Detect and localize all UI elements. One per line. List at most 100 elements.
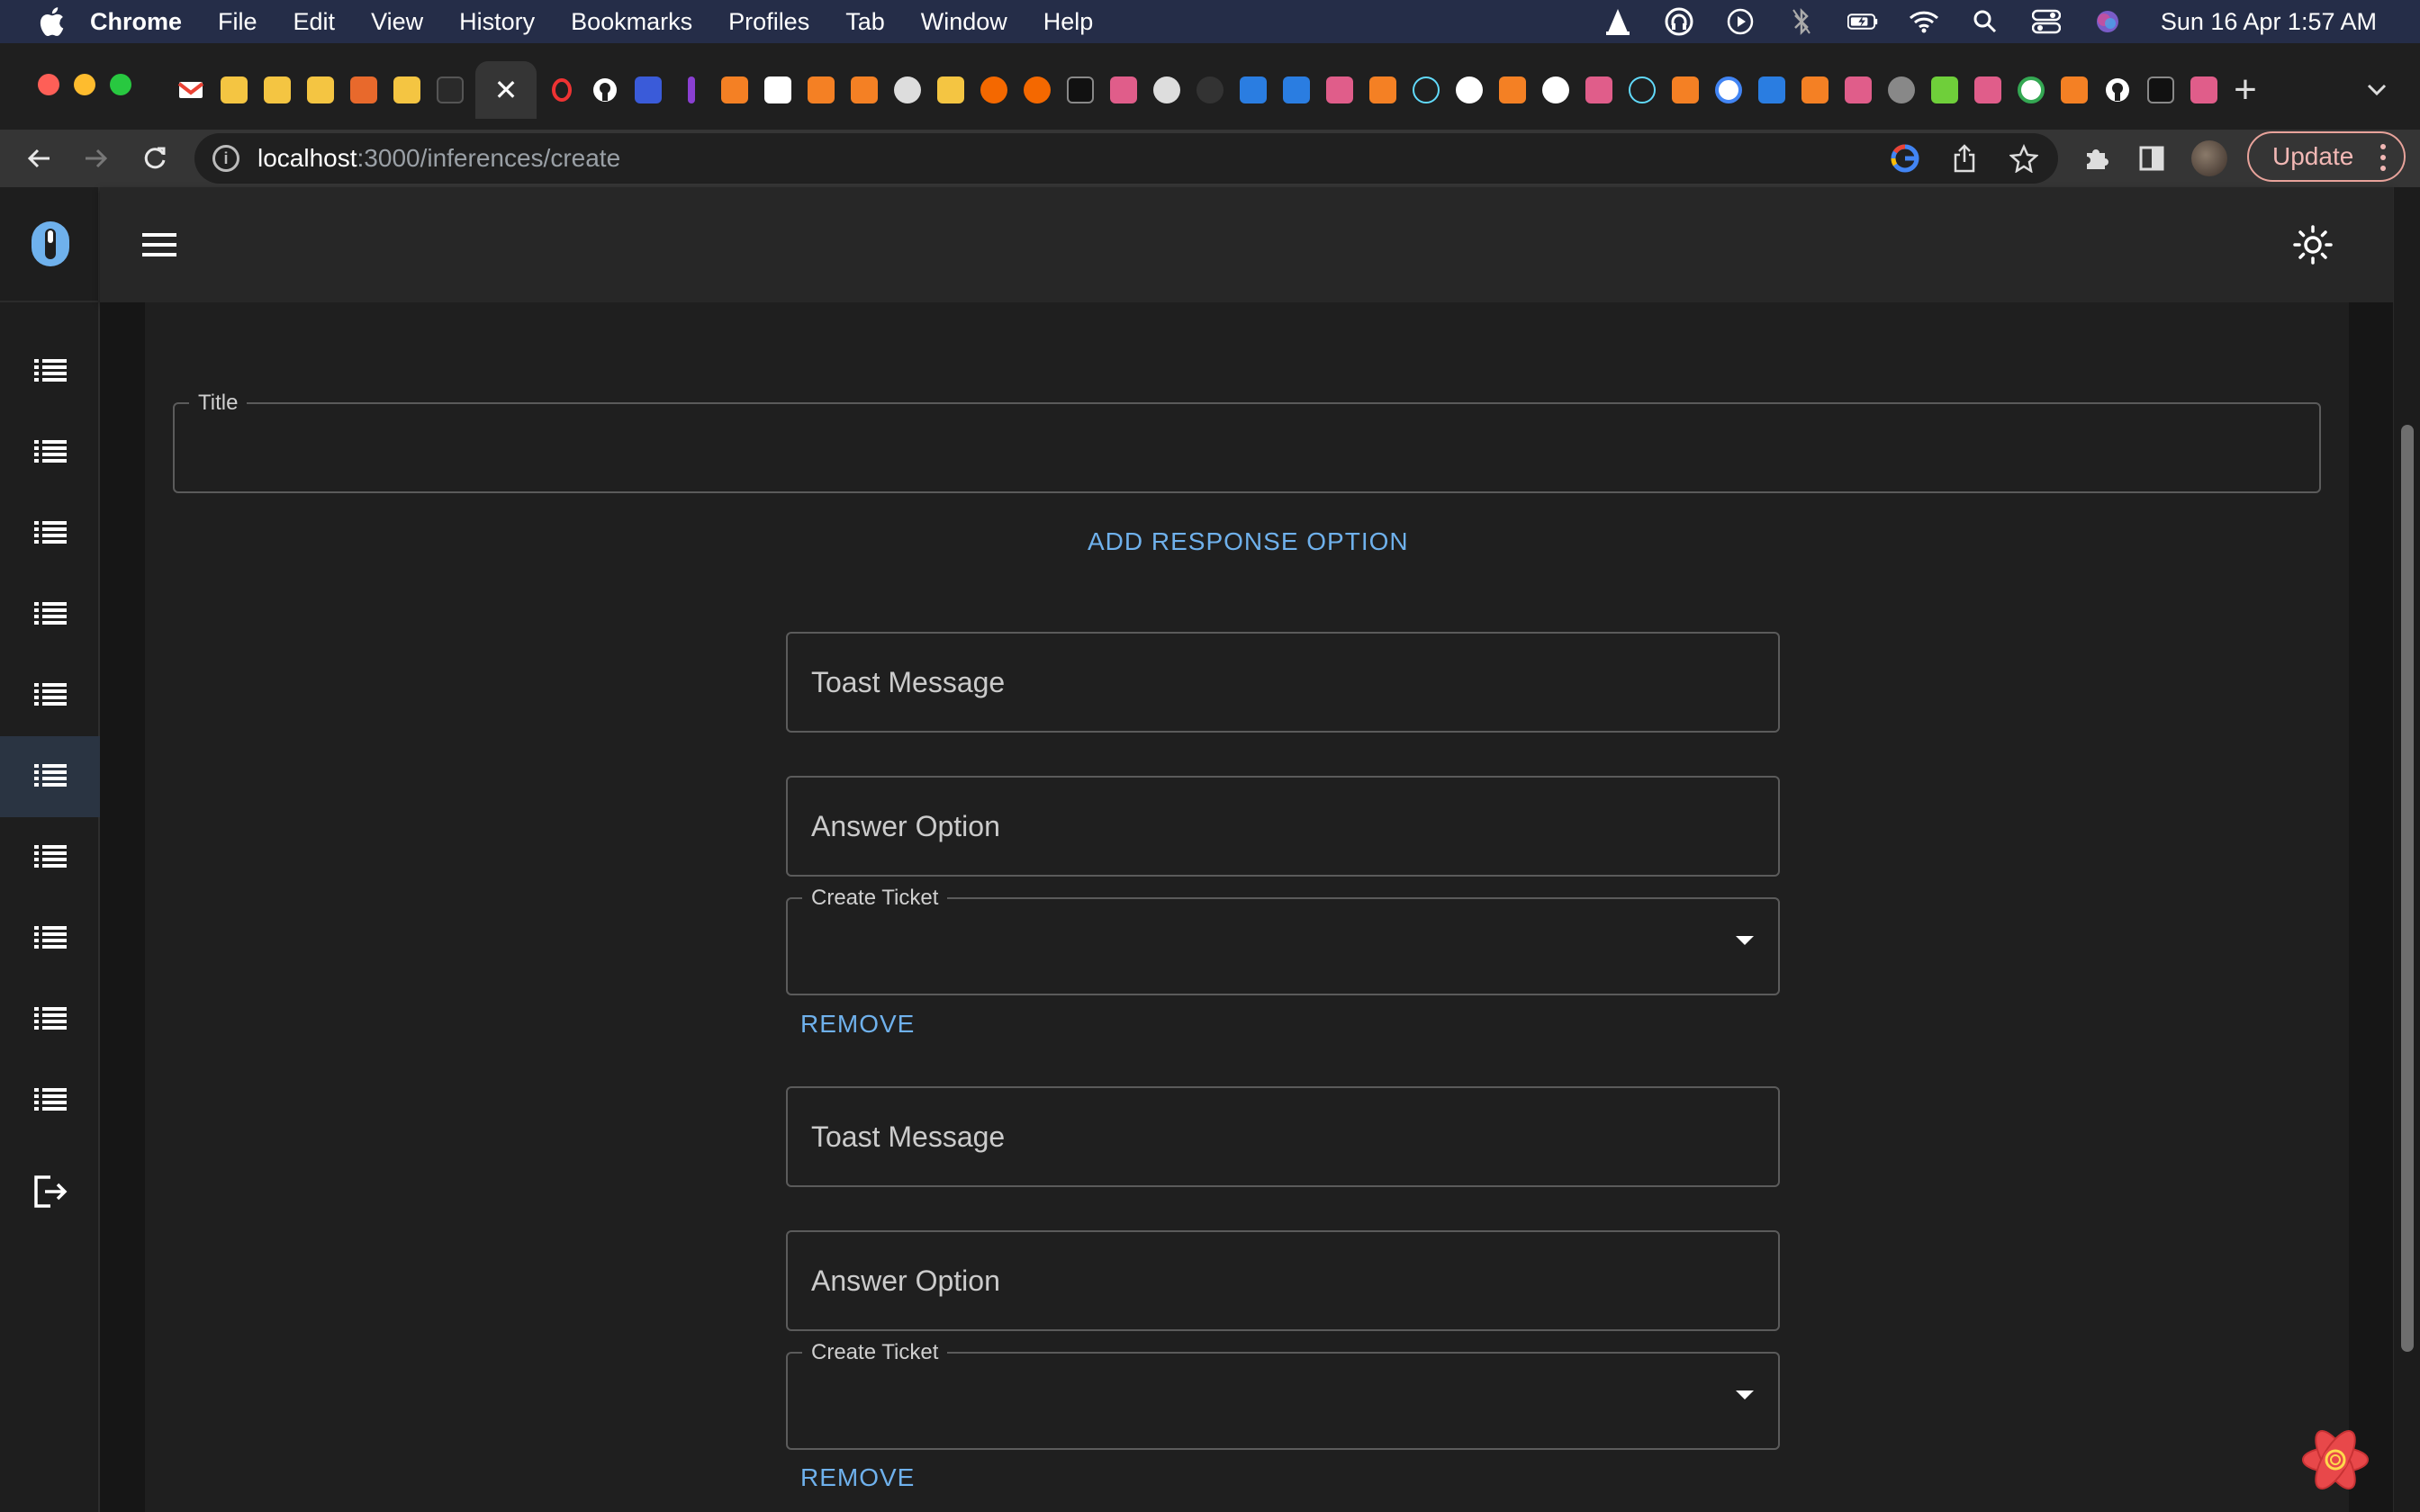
tab[interactable] [169, 68, 212, 112]
sidebar-item[interactable] [0, 1060, 100, 1141]
sidebar-item[interactable] [0, 574, 100, 655]
vlc-icon[interactable] [1603, 6, 1633, 37]
sidebar-item[interactable] [0, 736, 100, 817]
tab[interactable] [1707, 68, 1750, 112]
url-text[interactable]: localhost:3000/inferences/create [257, 144, 620, 173]
menu-edit[interactable]: Edit [293, 8, 336, 36]
tab[interactable] [670, 68, 713, 112]
tab[interactable] [540, 68, 583, 112]
remove-response-button[interactable]: REMOVE [800, 1463, 915, 1492]
headphones-icon[interactable] [1664, 6, 1694, 37]
sidebar-item[interactable] [0, 331, 100, 412]
dropdown-arrow-icon[interactable] [1736, 1390, 1754, 1400]
extensions-puzzle-icon[interactable] [2080, 142, 2112, 175]
tab[interactable] [972, 68, 1016, 112]
tab[interactable] [1837, 68, 1880, 112]
address-bar[interactable]: i localhost:3000/inferences/create [194, 133, 2058, 184]
tab[interactable] [1923, 68, 1966, 112]
tab[interactable] [2053, 68, 2096, 112]
side-panel-icon[interactable] [2136, 142, 2168, 175]
control-center-icon[interactable] [2031, 6, 2062, 37]
title-field[interactable]: Title [173, 392, 2321, 493]
tab[interactable] [1361, 68, 1404, 112]
tab[interactable] [1188, 68, 1232, 112]
tab[interactable] [385, 68, 429, 112]
chrome-update-button[interactable]: Update [2247, 131, 2406, 182]
tab[interactable] [1750, 68, 1793, 112]
answer-option-input[interactable]: Answer Option [786, 776, 1780, 877]
tab[interactable] [929, 68, 972, 112]
tab[interactable] [1059, 68, 1102, 112]
menu-toggle-button[interactable] [140, 225, 179, 265]
clock[interactable]: Sun 16 Apr 1:57 AM [2161, 8, 2377, 36]
menu-app-name[interactable]: Chrome [90, 8, 182, 36]
scrollbar-thumb[interactable] [2401, 425, 2414, 1352]
profile-avatar[interactable] [2191, 140, 2227, 176]
theme-toggle-button[interactable] [2291, 223, 2334, 266]
back-button[interactable] [16, 135, 63, 182]
spotlight-search-icon[interactable] [1970, 6, 2000, 37]
reload-button[interactable] [131, 135, 178, 182]
sidebar-item[interactable] [0, 412, 100, 493]
tab[interactable] [1275, 68, 1318, 112]
share-icon[interactable] [1948, 142, 1981, 175]
tab[interactable] [843, 68, 886, 112]
dropdown-arrow-icon[interactable] [1736, 936, 1754, 945]
remove-response-button[interactable]: REMOVE [800, 1010, 915, 1039]
menu-file[interactable]: File [218, 8, 257, 36]
tab[interactable] [212, 68, 256, 112]
tab[interactable] [1448, 68, 1491, 112]
tab[interactable] [2182, 68, 2226, 112]
active-tab[interactable]: ✕ [475, 61, 537, 119]
tab[interactable] [342, 68, 385, 112]
apple-icon[interactable] [38, 6, 65, 37]
siri-icon[interactable] [2092, 6, 2123, 37]
menu-bookmarks[interactable]: Bookmarks [571, 8, 692, 36]
tab[interactable] [1621, 68, 1664, 112]
tab[interactable] [1232, 68, 1275, 112]
close-window-button[interactable] [38, 74, 59, 95]
react-query-devtools-button[interactable] [2298, 1422, 2373, 1498]
tab-search-chevron-icon[interactable] [2359, 72, 2395, 108]
tab[interactable] [2096, 68, 2139, 112]
zoom-window-button[interactable] [110, 74, 131, 95]
tab[interactable] [1102, 68, 1145, 112]
new-tab-button[interactable]: + [2224, 68, 2267, 112]
tab[interactable] [1318, 68, 1361, 112]
tab[interactable] [1966, 68, 2009, 112]
tab[interactable] [299, 68, 342, 112]
tab[interactable] [1880, 68, 1923, 112]
tab[interactable] [583, 68, 627, 112]
tab[interactable] [713, 68, 756, 112]
tab[interactable] [1577, 68, 1621, 112]
tab-close-icon[interactable]: ✕ [494, 73, 519, 107]
tab[interactable] [886, 68, 929, 112]
tab[interactable] [429, 68, 472, 112]
tab[interactable] [1016, 68, 1059, 112]
site-info-icon[interactable]: i [212, 145, 239, 172]
sidebar-item[interactable] [0, 493, 100, 574]
wifi-icon[interactable] [1909, 6, 1939, 37]
play-icon[interactable] [1725, 6, 1756, 37]
sidebar-logout-button[interactable] [0, 1153, 100, 1234]
tab[interactable] [1664, 68, 1707, 112]
create-ticket-select[interactable]: Create Ticket [786, 887, 1780, 995]
add-response-option-button[interactable]: ADD RESPONSE OPTION [1088, 527, 1409, 556]
battery-icon[interactable] [1847, 6, 1878, 37]
tab[interactable] [2139, 68, 2182, 112]
page-scrollbar[interactable] [2393, 187, 2420, 1512]
sidebar-item[interactable] [0, 817, 100, 898]
google-lens-icon[interactable] [1889, 142, 1921, 175]
tab[interactable] [2009, 68, 2053, 112]
menu-help[interactable]: Help [1043, 8, 1094, 36]
bookmark-star-icon[interactable] [2008, 142, 2040, 175]
menu-profiles[interactable]: Profiles [728, 8, 809, 36]
menu-history[interactable]: History [459, 8, 535, 36]
toast-message-input[interactable]: Toast Message [786, 1086, 1780, 1187]
tab[interactable] [627, 68, 670, 112]
tab[interactable] [756, 68, 799, 112]
forward-button[interactable] [72, 135, 119, 182]
tab[interactable] [799, 68, 843, 112]
bluetooth-icon[interactable] [1786, 6, 1817, 37]
toast-message-input[interactable]: Toast Message [786, 632, 1780, 733]
